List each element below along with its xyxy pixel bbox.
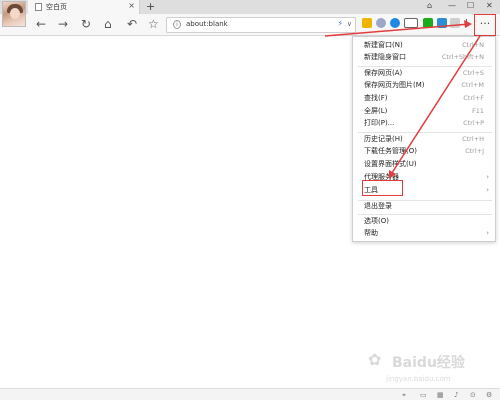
arrowhead-icon (464, 20, 472, 28)
sound-icon[interactable]: ♪ (454, 391, 458, 399)
watermark: ✿ Baidu经验 jingyan.baidu.com (368, 350, 478, 390)
annotation-arrow-to-menu (324, 23, 471, 37)
paw-icon: ✿ (368, 350, 382, 369)
status-bar: ⌖ ▭ ▦ ♪ ⊙ ⚙ (0, 388, 500, 400)
annotation-arrow-to-tools (389, 35, 481, 177)
annotation-arrows (324, 20, 481, 179)
watermark-site: jingyan.baidu.com (386, 375, 451, 383)
avatar-face (10, 8, 20, 19)
avatar[interactable] (2, 1, 26, 27)
pin-icon[interactable]: ⌖ (402, 391, 406, 400)
zoom-icon[interactable]: ⊙ (470, 391, 476, 399)
settings-icon[interactable]: ⚙ (486, 391, 492, 399)
page-info-icon[interactable]: ▭ (420, 391, 427, 399)
watermark-name: Baidu经验 (392, 355, 465, 371)
grid-icon[interactable]: ▦ (437, 391, 444, 399)
